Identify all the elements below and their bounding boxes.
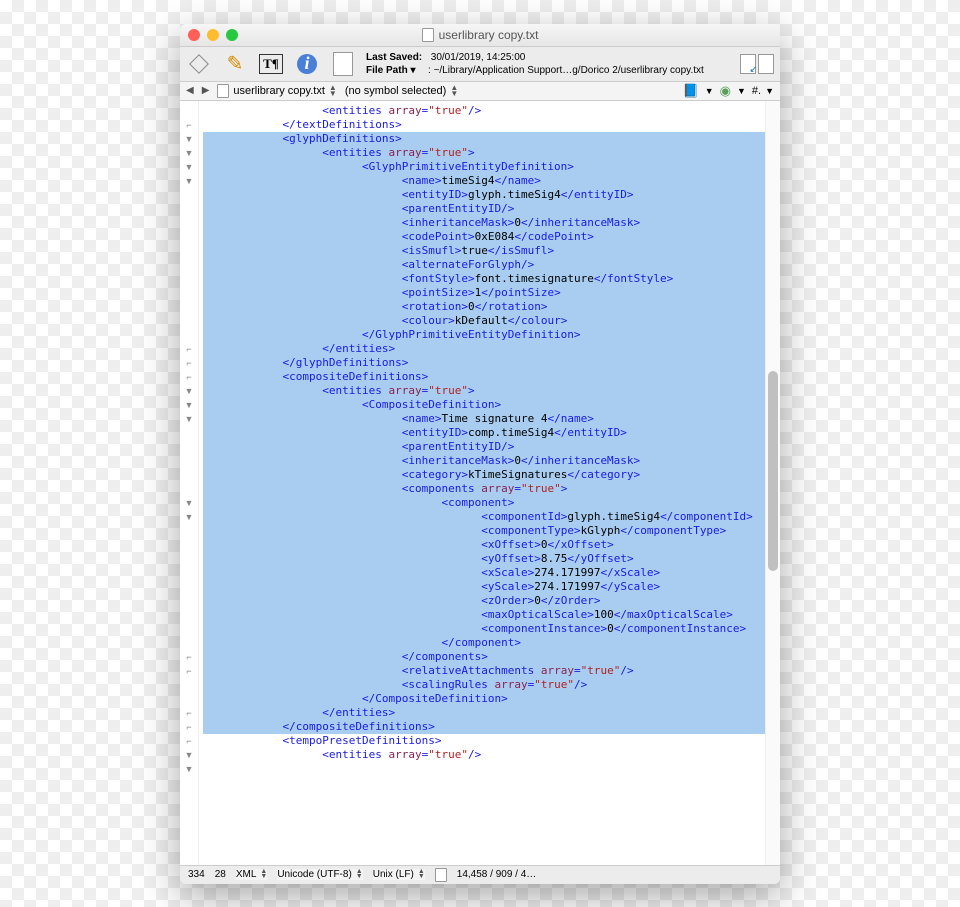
edit-button[interactable]: ✎ bbox=[222, 51, 248, 77]
nav-back[interactable]: ◀ bbox=[186, 85, 194, 96]
symbol-dropdown[interactable]: (no symbol selected)▲▼ bbox=[345, 85, 458, 97]
right-toolbar[interactable]: ↙ bbox=[740, 54, 774, 74]
titlebar[interactable]: userlibrary copy.txt bbox=[180, 24, 780, 47]
document-icon bbox=[422, 28, 434, 42]
info-button[interactable]: i bbox=[294, 51, 320, 77]
document-icon bbox=[435, 868, 447, 882]
lang-dropdown[interactable]: XML▲▼ bbox=[236, 869, 268, 880]
code-area[interactable]: <entities array="true"/> </textDefinitio… bbox=[199, 101, 765, 865]
hash-dropdown[interactable]: #.▼ bbox=[752, 85, 774, 97]
fold-gutter[interactable]: ⌐▼▼▼▼⌐⌐⌐▼▼▼▼▼⌐⌐⌐⌐⌐▼▼ bbox=[180, 101, 199, 865]
object-icon[interactable]: ◉ bbox=[720, 83, 731, 99]
text-options-button[interactable]: T¶ bbox=[258, 51, 284, 77]
status-col: 28 bbox=[215, 869, 226, 880]
statusbar: 334 28 XML▲▼ Unicode (UTF-8)▲▼ Unix (LF)… bbox=[180, 865, 780, 884]
prefs-button[interactable] bbox=[186, 51, 212, 77]
bookmark-icon[interactable]: 📘 bbox=[683, 83, 699, 99]
editor-body: ⌐▼▼▼▼⌐⌐⌐▼▼▼▼▼⌐⌐⌐⌐⌐▼▼ <entities array="tr… bbox=[180, 101, 780, 865]
navbar: ◀ ▶ userlibrary copy.txt▲▼ (no symbol se… bbox=[180, 82, 780, 101]
file-meta: Last Saved: 30/01/2019, 14:25:00 File Pa… bbox=[366, 51, 730, 77]
status-line: 334 bbox=[188, 869, 205, 880]
toolbar: ✎ T¶ i Last Saved: 30/01/2019, 14:25:00 … bbox=[180, 47, 780, 82]
editor-window: userlibrary copy.txt ✎ T¶ i Last Saved: … bbox=[180, 24, 780, 884]
eol-dropdown[interactable]: Unix (LF)▲▼ bbox=[373, 869, 425, 880]
zoom-button[interactable] bbox=[226, 29, 238, 41]
minimize-button[interactable] bbox=[207, 29, 219, 41]
document-icon bbox=[217, 84, 229, 98]
status-counts: 14,458 / 909 / 4… bbox=[457, 869, 537, 880]
document-button[interactable] bbox=[330, 51, 356, 77]
close-button[interactable] bbox=[188, 29, 200, 41]
file-dropdown[interactable]: userlibrary copy.txt▲▼ bbox=[217, 84, 336, 98]
scrollbar-thumb[interactable] bbox=[768, 371, 778, 571]
scrollbar[interactable] bbox=[765, 101, 780, 865]
nav-fwd[interactable]: ▶ bbox=[202, 85, 210, 96]
window-title: userlibrary copy.txt bbox=[180, 28, 780, 42]
enc-dropdown[interactable]: Unicode (UTF-8)▲▼ bbox=[277, 869, 362, 880]
